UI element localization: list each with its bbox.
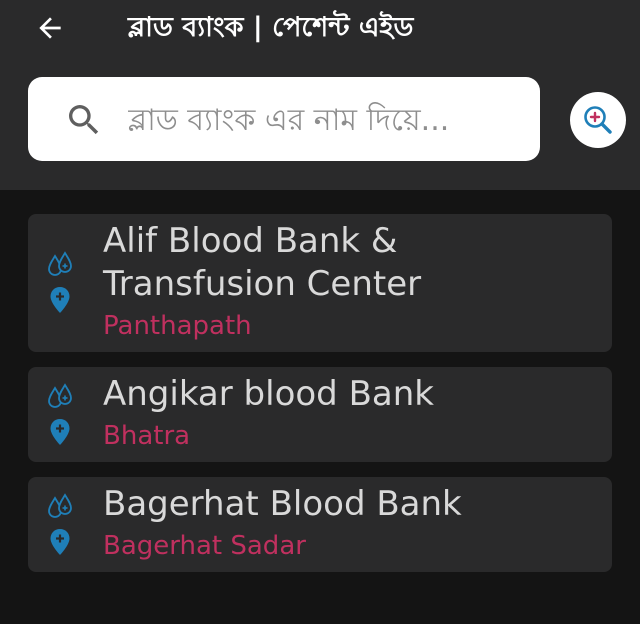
card-icons bbox=[44, 367, 76, 462]
location-pin-icon bbox=[50, 287, 70, 313]
arrow-left-icon bbox=[39, 17, 61, 39]
app-header: ব্লাড ব্যাংক | পেশেন্ট এইড bbox=[0, 0, 640, 190]
blood-bank-name: Bagerhat Blood Bank bbox=[103, 484, 462, 524]
blood-bank-location: Panthapath bbox=[103, 311, 252, 341]
blood-bank-card[interactable]: Angikar blood Bank Bhatra bbox=[28, 367, 612, 462]
blood-drop-icon bbox=[48, 251, 72, 276]
app-screen: ব্লাড ব্যাংক | পেশেন্ট এইড ব্লাড ব্যাংক … bbox=[0, 0, 640, 624]
blood-bank-name: Alif Blood Bank & Transfusion Center bbox=[103, 221, 422, 304]
blood-bank-card[interactable]: Alif Blood Bank & Transfusion Center Pan… bbox=[28, 214, 612, 352]
blood-bank-list: Alif Blood Bank & Transfusion Center Pan… bbox=[28, 214, 612, 587]
advanced-search-button[interactable] bbox=[570, 92, 626, 148]
blood-bank-location: Bhatra bbox=[103, 421, 191, 451]
search-input[interactable] bbox=[128, 92, 518, 148]
search-icon bbox=[69, 105, 99, 135]
blood-drop-icon bbox=[48, 492, 72, 518]
blood-bank-name: Angikar blood Bank bbox=[103, 374, 434, 414]
blood-bank-card[interactable]: Bagerhat Blood Bank Bagerhat Sadar bbox=[28, 477, 612, 572]
page-title: ব্লাড ব্যাংক | পেশেন্ট এইড bbox=[128, 12, 414, 43]
card-icons bbox=[44, 477, 76, 572]
blood-bank-location: Bagerhat Sadar bbox=[103, 531, 306, 561]
back-button[interactable] bbox=[30, 8, 70, 48]
location-pin-icon bbox=[50, 418, 70, 445]
card-icons bbox=[44, 214, 76, 352]
search-plus-icon bbox=[584, 106, 612, 134]
blood-drop-icon bbox=[48, 382, 72, 408]
location-pin-icon bbox=[50, 528, 70, 555]
